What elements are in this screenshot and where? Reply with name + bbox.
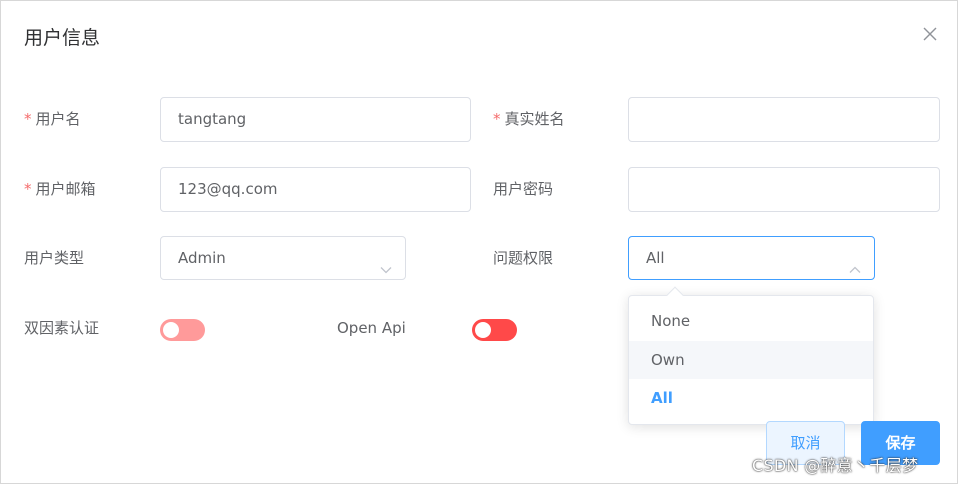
- chevron-up-icon: [848, 251, 862, 273]
- permission-select[interactable]: All: [628, 236, 875, 280]
- watermark: CSDN @醉意丶千层梦: [752, 456, 919, 475]
- user-info-dialog: 用户信息 * 用户名 tangtang * 真实姓名 * 用户邮箱 123@qq.co…: [0, 0, 958, 484]
- password-label: 用户密码: [493, 180, 554, 198]
- permission-label: 问题权限: [493, 249, 554, 267]
- two-factor-switch[interactable]: [160, 319, 205, 341]
- permission-option-all[interactable]: All: [629, 379, 873, 417]
- user-type-label: 用户类型: [24, 249, 85, 267]
- open-api-label: Open Api: [337, 319, 406, 337]
- two-factor-label: 双因素认证: [24, 319, 100, 337]
- email-label: * 用户邮箱: [24, 179, 96, 199]
- email-label-text: 用户邮箱: [35, 180, 96, 198]
- required-mark: *: [24, 180, 32, 198]
- password-input[interactable]: [628, 167, 940, 212]
- switch-knob: [475, 322, 491, 338]
- permission-value: All: [646, 249, 665, 267]
- permission-option-none[interactable]: None: [629, 302, 873, 340]
- required-mark: *: [493, 110, 501, 128]
- user-type-select[interactable]: Admin: [160, 236, 406, 280]
- username-label: * 用户名: [24, 109, 81, 129]
- close-icon[interactable]: [920, 24, 940, 44]
- email-input[interactable]: 123@qq.com: [160, 167, 471, 212]
- realname-input[interactable]: [628, 97, 940, 142]
- dropdown-caret: [666, 286, 684, 304]
- required-mark: *: [24, 110, 32, 128]
- realname-label: * 真实姓名: [493, 109, 565, 129]
- realname-label-text: 真实姓名: [504, 110, 565, 128]
- chevron-down-icon: [379, 251, 393, 274]
- username-label-text: 用户名: [35, 110, 81, 128]
- dialog-title: 用户信息: [24, 27, 101, 49]
- permission-dropdown: None Own All: [628, 286, 874, 425]
- switch-knob: [163, 322, 179, 338]
- username-input[interactable]: tangtang: [160, 97, 471, 142]
- permission-option-own[interactable]: Own: [629, 341, 873, 379]
- open-api-switch[interactable]: [472, 319, 517, 341]
- user-type-value: Admin: [178, 249, 226, 267]
